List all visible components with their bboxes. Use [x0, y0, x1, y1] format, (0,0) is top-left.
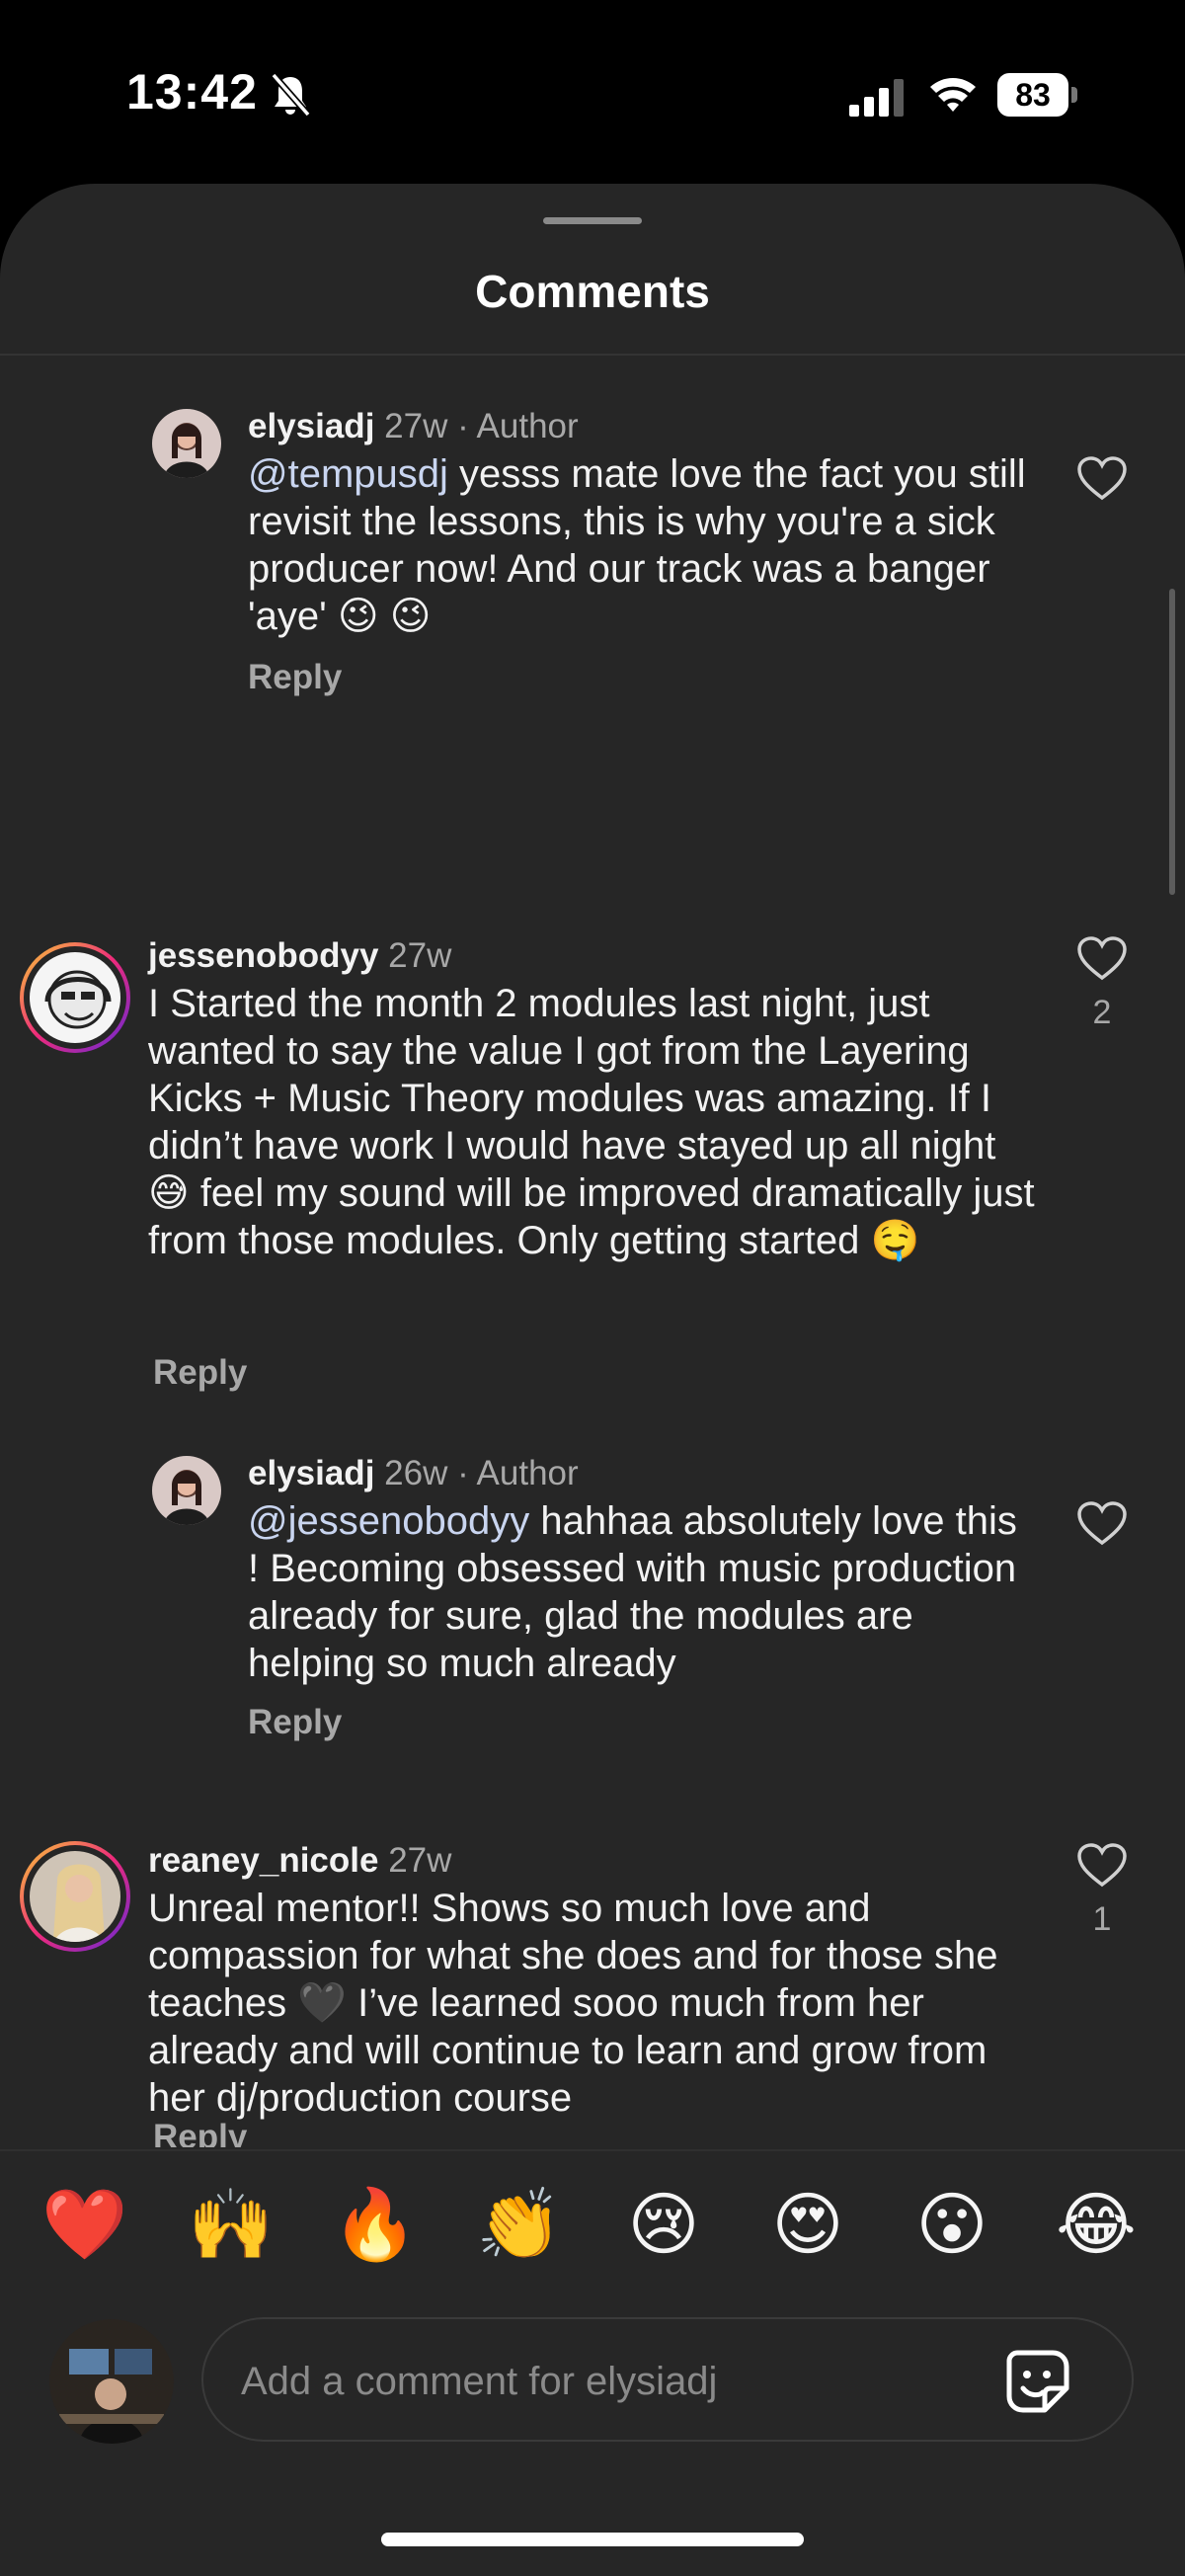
comment-time: 27w [388, 1841, 452, 1880]
comment-meta: jessenobodyy 27w [148, 934, 451, 978]
black-heart-emoji: 🖤 [297, 1981, 348, 2025]
comment-time: 27w [384, 407, 448, 445]
reply-button[interactable]: Reply [153, 1353, 247, 1393]
wink-emoji: 😉 [337, 595, 379, 638]
mention-link[interactable]: @jessenobodyy [248, 1499, 529, 1543]
scrollbar[interactable] [1169, 589, 1175, 895]
drooling-emoji: 🤤 [870, 1219, 920, 1262]
comment-meta: elysiadj 27w · Author [248, 405, 579, 448]
heart-icon[interactable] [1076, 1843, 1128, 1889]
comment-text: I Started the month 2 modules last night… [148, 982, 1035, 1262]
comment-time: 26w [384, 1454, 448, 1492]
battery-indicator: 83 [997, 73, 1078, 119]
reaction-surprised[interactable]: 😮 [907, 2179, 997, 2270]
reaction-crying[interactable]: 😢 [618, 2179, 709, 2270]
bell-slash-icon [271, 72, 311, 118]
comment-username[interactable]: elysiadj [248, 1454, 374, 1492]
comments-sheet: Comments elysiadj 27w · Author @tempusdj… [0, 184, 1185, 2576]
comments-list[interactable]: elysiadj 27w · Author @tempusdj yesss ma… [0, 356, 1185, 2147]
sheet-grabber[interactable] [543, 217, 642, 224]
mention-link[interactable]: @tempusdj [248, 452, 448, 496]
status-time: 13:42 [126, 64, 258, 120]
author-tag: · Author [457, 1454, 579, 1492]
reply-button[interactable]: Reply [153, 2118, 247, 2147]
reply-button[interactable]: Reply [248, 658, 342, 697]
comment-input[interactable] [239, 2349, 993, 2414]
comment-username[interactable]: jessenobodyy [148, 936, 378, 975]
avatar[interactable] [152, 1456, 221, 1525]
like-count: 2 [1092, 994, 1112, 1031]
signal-icon [849, 79, 904, 117]
sweat-smile-emoji: 😅 [148, 1171, 190, 1215]
quick-reactions: ❤️ 🙌 🔥 👏 😢 😍 😮 😂 [0, 2179, 1185, 2278]
wifi-icon [930, 78, 976, 112]
heart-icon[interactable] [1076, 1501, 1128, 1547]
user-avatar [49, 2319, 174, 2444]
heart-icon[interactable] [1076, 456, 1128, 502]
comment-meta: elysiadj 26w · Author [248, 1452, 579, 1495]
home-indicator [381, 2533, 804, 2546]
avatar[interactable] [20, 1841, 130, 1952]
comment-input-wrap [201, 2317, 1134, 2442]
reaction-laughing[interactable]: 😂 [1051, 2179, 1142, 2270]
battery-level: 83 [997, 73, 1068, 117]
like-count: 1 [1092, 1900, 1112, 1938]
author-tag: · Author [457, 407, 579, 445]
comment-username[interactable]: elysiadj [248, 407, 374, 445]
sticker-icon[interactable] [1003, 2347, 1072, 2416]
comment-text: @tempusdj yesss mate love the fact you s… [248, 452, 1026, 638]
comment-time: 27w [388, 936, 452, 975]
status-bar: 13:42 83 [0, 0, 1185, 188]
composer-area: ❤️ 🙌 🔥 👏 😢 😍 😮 😂 [0, 2149, 1185, 2576]
comment-text: @jessenobodyy hahhaa absolutely love thi… [248, 1499, 1017, 1685]
avatar[interactable] [152, 409, 221, 478]
reaction-fire[interactable]: 🔥 [330, 2179, 421, 2270]
heart-icon[interactable] [1076, 936, 1128, 982]
comment-text: Unreal mentor!! Shows so much love and c… [148, 1887, 998, 2120]
sheet-title: Comments [475, 266, 710, 317]
comment-username[interactable]: reaney_nicole [148, 1841, 378, 1880]
reaction-clap[interactable]: 👏 [474, 2179, 565, 2270]
reaction-heart-eyes[interactable]: 😍 [762, 2179, 853, 2270]
wink-emoji: 😉 [389, 595, 432, 638]
reaction-heart[interactable]: ❤️ [40, 2179, 130, 2270]
avatar[interactable] [20, 942, 130, 1053]
battery-tip [1071, 87, 1077, 103]
reply-button[interactable]: Reply [248, 1703, 342, 1742]
comment-meta: reaney_nicole 27w [148, 1839, 451, 1883]
reaction-raised-hands[interactable]: 🙌 [186, 2179, 276, 2270]
